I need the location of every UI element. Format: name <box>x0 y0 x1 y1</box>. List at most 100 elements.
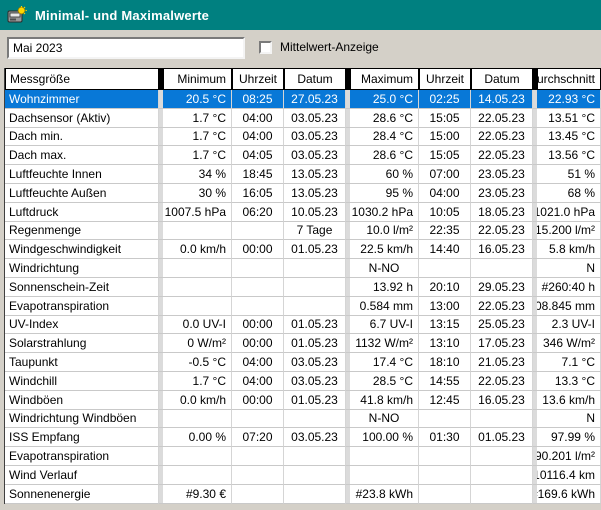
table-row[interactable]: Wohnzimmer20.5 °C08:2527.05.2325.0 °C02:… <box>5 90 601 109</box>
period-input[interactable] <box>7 37 245 59</box>
cell: N <box>537 259 601 278</box>
table-row[interactable]: Dach max.1.7 °C04:0503.05.2328.6 °C15:05… <box>5 146 601 165</box>
column-header-7[interactable]: Durchschnitt <box>538 69 600 89</box>
cell <box>163 297 232 316</box>
table-body: Wohnzimmer20.5 °C08:2527.05.2325.0 °C02:… <box>5 90 601 504</box>
cell: Dach min. <box>5 128 159 147</box>
cell: Windchill <box>5 372 159 391</box>
cell: 01.05.23 <box>284 334 346 353</box>
column-header-4[interactable]: Maximum <box>351 69 418 89</box>
header-group-spacer <box>159 68 163 90</box>
table-row[interactable]: Wind Verlauf10116.4 km <box>5 466 601 485</box>
cell: 18.05.23 <box>471 203 533 222</box>
minmax-table: MessgrößeMinimumUhrzeitDatumMaximumUhrze… <box>4 68 601 504</box>
column-header-1[interactable]: Minimum <box>164 69 231 89</box>
cell: 21.05.23 <box>471 353 533 372</box>
cell: 00:00 <box>232 334 284 353</box>
table-row[interactable]: ISS Empfang0.00 %07:2003.05.23100.00 %01… <box>5 428 601 447</box>
table-row[interactable]: Luftfeuchte Außen30 %16:0513.05.2395 %04… <box>5 184 601 203</box>
cell: 28.5 °C <box>350 372 419 391</box>
cell: 29.05.23 <box>471 278 533 297</box>
cell: 1030.2 hPa <box>350 203 419 222</box>
cell <box>284 447 346 466</box>
cell: 13:10 <box>419 334 471 353</box>
table-row[interactable]: Windchill1.7 °C04:0003.05.2328.5 °C14:55… <box>5 372 601 391</box>
cell: N-NO <box>350 410 419 429</box>
cell: 08:25 <box>232 90 284 109</box>
cell <box>284 466 346 485</box>
cell: 20.5 °C <box>163 90 232 109</box>
cell: 03.05.23 <box>284 146 346 165</box>
column-header-2[interactable]: Uhrzeit <box>233 69 283 89</box>
cell: Luftdruck <box>5 203 159 222</box>
table-row[interactable]: Regenmenge7 Tage10.0 l/m²22:3522.05.23#1… <box>5 222 601 241</box>
cell: 03.05.23 <box>284 109 346 128</box>
table-row[interactable]: Solarstrahlung0 W/m²00:0001.05.231132 W/… <box>5 334 601 353</box>
cell: 01:30 <box>419 428 471 447</box>
column-header-0[interactable]: Messgröße <box>6 69 158 89</box>
cell: Dach max. <box>5 146 159 165</box>
table-row[interactable]: Dach min.1.7 °C04:0003.05.2328.4 °C15:00… <box>5 128 601 147</box>
cell <box>419 466 471 485</box>
cell: 0.584 mm <box>350 297 419 316</box>
cell: 22:35 <box>419 222 471 241</box>
cell: 0.00 % <box>163 428 232 447</box>
table-row[interactable]: Sonnenschein-Zeit13.92 h20:1029.05.23#26… <box>5 278 601 297</box>
cell: N-NO <box>350 259 419 278</box>
table-row[interactable]: Luftfeuchte Innen34 %18:4513.05.2360 %07… <box>5 165 601 184</box>
cell: 25.0 °C <box>350 90 419 109</box>
cell: Solarstrahlung <box>5 334 159 353</box>
table-row[interactable]: WindrichtungN-NON <box>5 259 601 278</box>
table-row[interactable]: Evapotranspiration0.584 mm13:0022.05.23#… <box>5 297 601 316</box>
cell: 7 Tage <box>284 222 346 241</box>
column-header-6[interactable]: Datum <box>472 69 532 89</box>
cell <box>232 485 284 504</box>
cell <box>163 259 232 278</box>
cell: 51 % <box>537 165 601 184</box>
cell: 13.3 °C <box>537 372 601 391</box>
table-row[interactable]: Luftdruck1007.5 hPa06:2010.05.231030.2 h… <box>5 203 601 222</box>
table-row[interactable]: Windböen0.0 km/h00:0001.05.2341.8 km/h12… <box>5 391 601 410</box>
cell <box>350 466 419 485</box>
cell: 16.05.23 <box>471 240 533 259</box>
cell: 13.51 °C <box>537 109 601 128</box>
cell: 00:00 <box>232 316 284 335</box>
table-row[interactable]: Evapotranspiration90.201 l/m² <box>5 447 601 466</box>
cell <box>232 466 284 485</box>
cell <box>232 447 284 466</box>
column-header-3[interactable]: Datum <box>285 69 345 89</box>
cell: 06:20 <box>232 203 284 222</box>
cell: 1007.5 hPa <box>163 203 232 222</box>
cell: 1132 W/m² <box>350 334 419 353</box>
cell <box>419 447 471 466</box>
cell: 04:05 <box>232 146 284 165</box>
cell: 01.05.23 <box>284 240 346 259</box>
cell <box>284 259 346 278</box>
cell: 07:20 <box>232 428 284 447</box>
cell <box>471 259 533 278</box>
column-header-5[interactable]: Uhrzeit <box>420 69 470 89</box>
table-row[interactable]: UV-Index0.0 UV-I00:0001.05.236.7 UV-I13:… <box>5 316 601 335</box>
cell: 13:15 <box>419 316 471 335</box>
cell: 0 W/m² <box>163 334 232 353</box>
cell: 04:00 <box>419 184 471 203</box>
table-row[interactable]: Windgeschwindigkeit0.0 km/h00:0001.05.23… <box>5 240 601 259</box>
cell <box>163 410 232 429</box>
table-row[interactable]: Windrichtung WindböenN-NON <box>5 410 601 429</box>
cell: 01.05.23 <box>284 316 346 335</box>
cell <box>232 278 284 297</box>
table-row[interactable]: Taupunkt-0.5 °C04:0003.05.2317.4 °C18:10… <box>5 353 601 372</box>
cell: Evapotranspiration <box>5 447 159 466</box>
cell: 5.8 km/h <box>537 240 601 259</box>
window-title: Minimal- und Maximalwerte <box>35 8 209 23</box>
cell: Windrichtung Windböen <box>5 410 159 429</box>
cell: 22.05.23 <box>471 109 533 128</box>
cell: Windgeschwindigkeit <box>5 240 159 259</box>
table-row[interactable]: Sonnenenergie#9.30 €#23.8 kWh#169.6 kWh <box>5 485 601 504</box>
cell: 04:00 <box>232 109 284 128</box>
cell: 16:05 <box>232 184 284 203</box>
cell: 25.05.23 <box>471 316 533 335</box>
mittelwert-checkbox[interactable] <box>259 41 272 54</box>
table-row[interactable]: Dachsensor (Aktiv)1.7 °C04:0003.05.2328.… <box>5 109 601 128</box>
cell: 16.05.23 <box>471 391 533 410</box>
